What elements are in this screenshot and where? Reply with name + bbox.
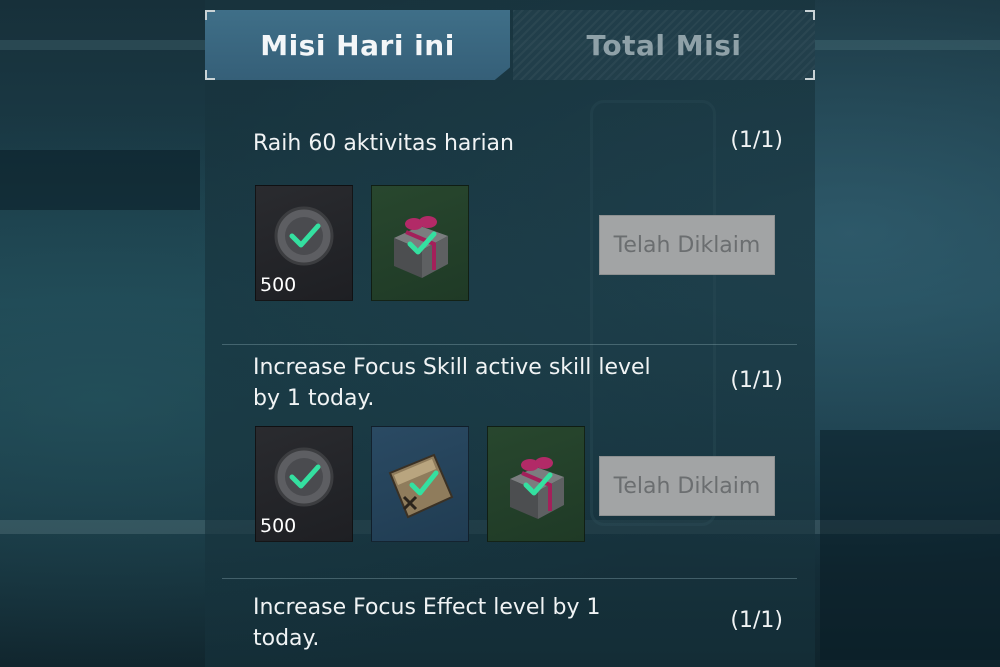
manual-book-icon bbox=[388, 453, 454, 519]
gift-box-icon bbox=[394, 216, 448, 278]
mission-title: Increase Focus Skill active skill level … bbox=[253, 355, 651, 411]
gift-box-icon bbox=[510, 457, 564, 519]
mission-title: Increase Focus Effect level by 1 today. bbox=[253, 595, 601, 651]
corner-bracket bbox=[205, 10, 215, 20]
mission-item: Increase Focus Effect level by 1 today. … bbox=[253, 592, 783, 656]
reward-quantity: 500 bbox=[260, 274, 297, 296]
claimed-button-label: Telah Diklaim bbox=[613, 473, 761, 499]
reward-slot-coin[interactable]: 500 bbox=[255, 185, 353, 301]
tab-daily-missions[interactable]: Misi Hari ini bbox=[205, 10, 510, 80]
background-shadow bbox=[0, 150, 200, 210]
claimed-button[interactable]: Telah Diklaim bbox=[599, 456, 775, 516]
mission-divider bbox=[222, 344, 797, 345]
mission-item: Increase Focus Skill active skill level … bbox=[253, 352, 783, 416]
reward-slot-gift[interactable] bbox=[487, 426, 585, 542]
reward-slot-manual[interactable] bbox=[371, 426, 469, 542]
tab-label: Total Misi bbox=[586, 28, 742, 62]
mission-progress: (1/1) bbox=[730, 128, 783, 153]
corner-bracket bbox=[805, 10, 815, 20]
mission-title: Raih 60 aktivitas harian bbox=[253, 131, 514, 156]
claimed-button-label: Telah Diklaim bbox=[613, 232, 761, 258]
background-shadow bbox=[820, 430, 1000, 660]
mission-panel bbox=[205, 0, 815, 667]
mission-item: Raih 60 aktivitas harian (1/1) bbox=[253, 128, 783, 168]
mission-progress: (1/1) bbox=[730, 608, 783, 633]
mission-divider bbox=[222, 578, 797, 579]
tab-total-missions[interactable]: Total Misi bbox=[513, 10, 815, 80]
reward-slot-gift[interactable] bbox=[371, 185, 469, 301]
corner-bracket bbox=[805, 70, 815, 80]
corner-bracket bbox=[205, 70, 215, 80]
reward-slot-coin[interactable]: 500 bbox=[255, 426, 353, 542]
mission-progress: (1/1) bbox=[730, 368, 783, 393]
mission-tabs: Misi Hari ini Total Misi bbox=[205, 10, 815, 80]
tab-label: Misi Hari ini bbox=[260, 28, 455, 62]
claimed-button[interactable]: Telah Diklaim bbox=[599, 215, 775, 275]
reward-quantity: 500 bbox=[260, 515, 297, 537]
